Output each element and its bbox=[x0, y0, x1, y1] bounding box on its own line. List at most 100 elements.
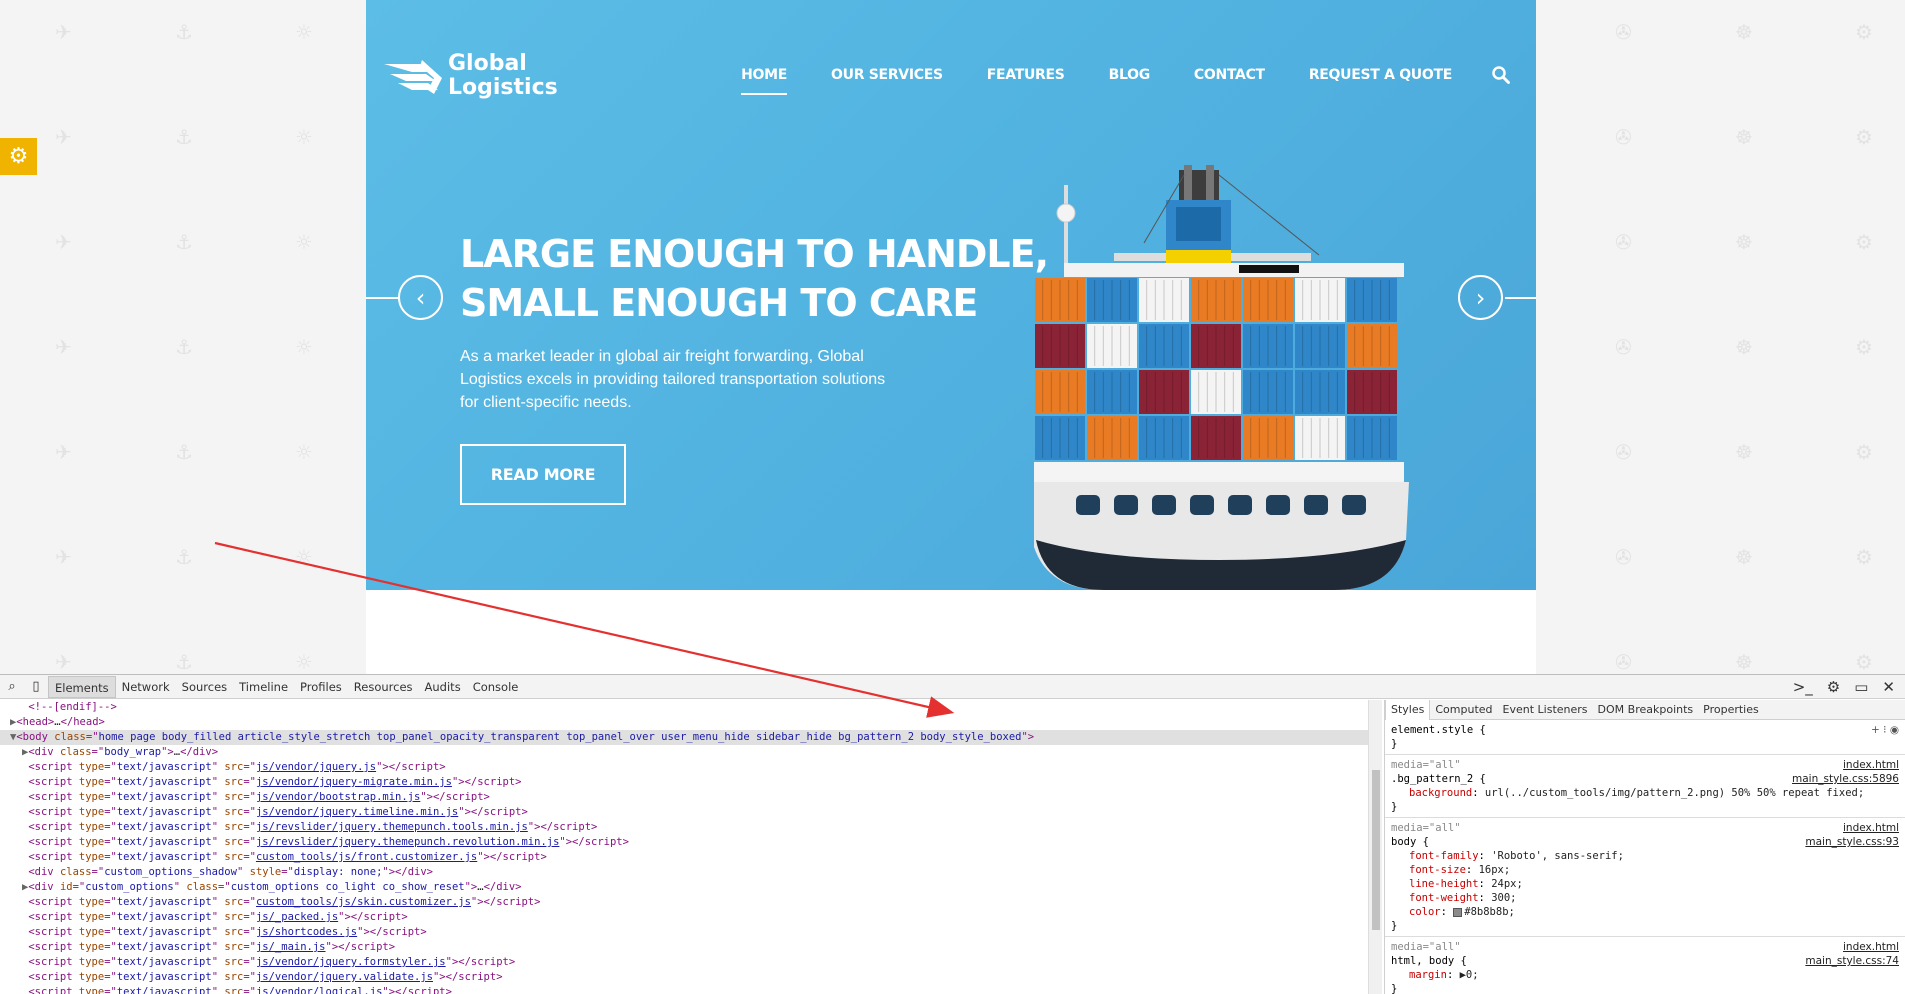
pattern-icon: ☼ bbox=[295, 335, 313, 359]
css-rule[interactable]: element.style {+ ⁝ ◉} bbox=[1385, 720, 1905, 755]
pattern-icon: ☼ bbox=[295, 440, 313, 464]
pattern-icon: ✇ bbox=[1615, 20, 1632, 44]
pattern-icon: ☼ bbox=[295, 125, 313, 149]
nav-our-services[interactable]: OUR SERVICES bbox=[831, 67, 943, 83]
nav-features[interactable]: FEATURES bbox=[987, 67, 1065, 83]
porthole bbox=[1228, 495, 1252, 515]
tab-resources[interactable]: Resources bbox=[348, 676, 419, 698]
chevron-left-icon: ‹ bbox=[415, 283, 426, 312]
pattern-icon: ☼ bbox=[295, 545, 313, 569]
pattern-icon: ☼ bbox=[295, 650, 313, 674]
tab-profiles[interactable]: Profiles bbox=[294, 676, 348, 698]
styles-sidebar: Styles Computed Event Listeners DOM Brea… bbox=[1384, 700, 1905, 994]
dom-node[interactable]: <!--[endif]--> bbox=[0, 700, 1370, 715]
pattern-icon: ✈ bbox=[55, 335, 72, 359]
devtools-toolbar: ⌕ ▯ Elements Network Sources Timeline Pr… bbox=[0, 675, 1905, 699]
dom-node[interactable]: <script type="text/javascript" src="js/r… bbox=[0, 820, 1370, 835]
logo-line-1: Global bbox=[448, 51, 527, 76]
tab-timeline[interactable]: Timeline bbox=[233, 676, 294, 698]
close-icon[interactable]: ✕ bbox=[1882, 678, 1895, 696]
tab-console[interactable]: Console bbox=[467, 676, 525, 698]
dom-node[interactable]: <script type="text/javascript" src="cust… bbox=[0, 895, 1370, 910]
css-rule[interactable]: media="all" index.html .bg_pattern_2 {main… bbox=[1385, 755, 1905, 818]
dom-node[interactable]: <script type="text/javascript" src="cust… bbox=[0, 850, 1370, 865]
dom-tree[interactable]: <!--[endif]--> ▶<head>…</head> ▼<body clas… bbox=[0, 700, 1370, 994]
pattern-icon: ✇ bbox=[1615, 335, 1632, 359]
dock-side-icon[interactable]: ▭ bbox=[1854, 678, 1868, 696]
pattern-icon: ⚓ bbox=[175, 230, 193, 254]
dom-scrollbar[interactable] bbox=[1368, 700, 1382, 994]
cargo-ship-illustration bbox=[1034, 165, 1409, 590]
search-icon[interactable] bbox=[1492, 66, 1510, 84]
dom-node[interactable]: <div class="custom_options_shadow" style… bbox=[0, 865, 1370, 880]
porthole bbox=[1190, 495, 1214, 515]
settings-gear-icon[interactable]: ⚙ bbox=[1827, 678, 1840, 696]
dom-node-selected[interactable]: ▼<body class="home page body_filled arti… bbox=[0, 730, 1370, 745]
pattern-icon: ⚓ bbox=[175, 335, 193, 359]
nav-request-a-quote[interactable]: REQUEST A QUOTE bbox=[1309, 67, 1452, 83]
logo-line-2: Logistics bbox=[448, 75, 558, 100]
nav-contact[interactable]: CONTACT bbox=[1194, 67, 1265, 83]
inspect-search-icon[interactable]: ⌕ bbox=[0, 679, 24, 694]
pattern-icon: ⚙ bbox=[1855, 440, 1873, 464]
slider-prev-button[interactable]: ‹ bbox=[398, 275, 443, 320]
dom-node[interactable]: <script type="text/javascript" src="js/v… bbox=[0, 805, 1370, 820]
pattern-icon: ⚙ bbox=[1855, 650, 1873, 674]
dom-node[interactable]: <script type="text/javascript" src="js/v… bbox=[0, 790, 1370, 805]
site-logo[interactable]: Global Logistics bbox=[382, 52, 558, 100]
dom-node[interactable]: <script type="text/javascript" src="js/v… bbox=[0, 955, 1370, 970]
tab-event-listeners[interactable]: Event Listeners bbox=[1498, 700, 1593, 720]
pattern-icon: ⚓ bbox=[175, 125, 193, 149]
pattern-icon: ⚓ bbox=[175, 545, 193, 569]
dom-node[interactable]: <script type="text/javascript" src="js/s… bbox=[0, 925, 1370, 940]
pattern-icon: ☸ bbox=[1735, 650, 1753, 674]
customizer-toggle[interactable]: ⚙ bbox=[0, 138, 37, 175]
dom-node[interactable]: <script type="text/javascript" src="js/v… bbox=[0, 775, 1370, 790]
tab-styles[interactable]: Styles bbox=[1385, 700, 1431, 720]
tab-properties[interactable]: Properties bbox=[1698, 700, 1764, 720]
pattern-icon: ✈ bbox=[55, 230, 72, 254]
dom-node[interactable]: <script type="text/javascript" src="js/v… bbox=[0, 760, 1370, 775]
gear-icon: ⚙ bbox=[8, 144, 29, 169]
tab-dom-breakpoints[interactable]: DOM Breakpoints bbox=[1593, 700, 1699, 720]
dom-scrollbar-thumb[interactable] bbox=[1372, 770, 1380, 930]
dom-node[interactable]: <script type="text/javascript" src="js/v… bbox=[0, 970, 1370, 985]
read-more-button[interactable]: READ MORE bbox=[460, 444, 626, 505]
pattern-icon: ✈ bbox=[55, 650, 72, 674]
tab-elements[interactable]: Elements bbox=[48, 675, 116, 698]
device-mode-icon[interactable]: ▯ bbox=[24, 679, 48, 694]
tab-network[interactable]: Network bbox=[116, 676, 176, 698]
main-nav: HOME OUR SERVICES FEATURES BLOG CONTACT … bbox=[697, 66, 1510, 95]
hero-title-line-1: LARGE ENOUGH TO HANDLE, bbox=[460, 232, 1049, 276]
hero-title-line-2: SMALL ENOUGH TO CARE bbox=[460, 281, 978, 325]
dom-node[interactable]: <script type="text/javascript" src="js/_… bbox=[0, 910, 1370, 925]
slider-next-button[interactable]: › bbox=[1458, 275, 1503, 320]
tab-audits[interactable]: Audits bbox=[419, 676, 467, 698]
nav-blog[interactable]: BLOG bbox=[1109, 67, 1151, 83]
pattern-icon: ⚓ bbox=[175, 440, 193, 464]
dom-node[interactable]: <script type="text/javascript" src="js/r… bbox=[0, 835, 1370, 850]
dom-node[interactable]: <script type="text/javascript" src="js/v… bbox=[0, 985, 1370, 994]
css-rule[interactable]: media="all" index.html html, body {main_st… bbox=[1385, 937, 1905, 994]
pattern-icon: ✇ bbox=[1615, 125, 1632, 149]
porthole bbox=[1266, 495, 1290, 515]
css-rules-list: element.style {+ ⁝ ◉} media="all" index.ht… bbox=[1385, 720, 1905, 994]
pattern-icon: ✇ bbox=[1615, 230, 1632, 254]
dom-node[interactable]: ▶<div class="body_wrap">…</div> bbox=[0, 745, 1370, 760]
pattern-icon: ☼ bbox=[295, 20, 313, 44]
dom-node[interactable]: <script type="text/javascript" src="js/_… bbox=[0, 940, 1370, 955]
porthole bbox=[1304, 495, 1328, 515]
console-drawer-icon[interactable]: >_ bbox=[1793, 678, 1813, 696]
tab-sources[interactable]: Sources bbox=[176, 676, 234, 698]
tab-computed[interactable]: Computed bbox=[1430, 700, 1497, 720]
pattern-icon: ☸ bbox=[1735, 335, 1753, 359]
dom-node[interactable]: ▶<div id="custom_options" class="custom_… bbox=[0, 880, 1370, 895]
pattern-icon: ✇ bbox=[1615, 545, 1632, 569]
pattern-icon: ✈ bbox=[55, 125, 72, 149]
nav-home[interactable]: HOME bbox=[741, 67, 787, 95]
porthole bbox=[1114, 495, 1138, 515]
pattern-icon: ⚙ bbox=[1855, 335, 1873, 359]
dom-node[interactable]: ▶<head>…</head> bbox=[0, 715, 1370, 730]
chevron-right-icon: › bbox=[1475, 283, 1486, 312]
css-rule[interactable]: media="all" index.html body {main_style.cs… bbox=[1385, 818, 1905, 937]
